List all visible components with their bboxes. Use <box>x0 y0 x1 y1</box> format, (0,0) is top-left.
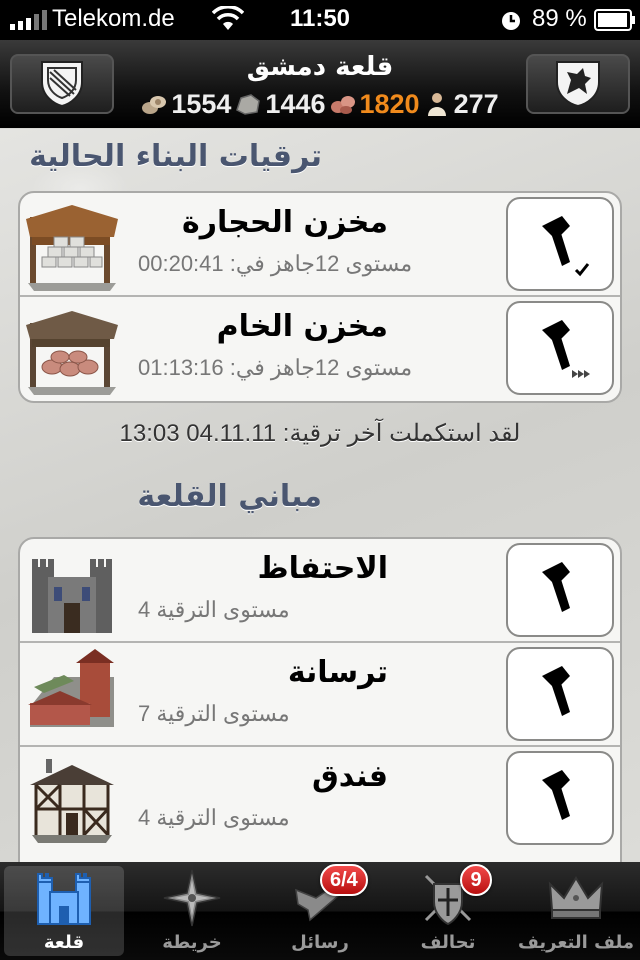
crown-icon <box>548 876 604 919</box>
tab-profile[interactable]: ملف التعريف <box>512 862 640 960</box>
population-icon <box>427 93 446 116</box>
upgrade-hammer-button[interactable] <box>506 647 614 741</box>
ore-warehouse-icon <box>26 311 118 395</box>
castle-name: قلعة دمشق <box>246 52 394 82</box>
ore-icon <box>330 96 355 114</box>
ore-value: 1820 <box>359 88 420 119</box>
nav-bar: قلعة دمشق 1554 1446 1820 277 <box>0 40 640 128</box>
upgrade-hammer-button[interactable] <box>506 543 614 637</box>
upgrade-hammer-button[interactable] <box>506 301 614 395</box>
population-value: 277 <box>453 88 499 119</box>
castle-icon <box>37 873 91 925</box>
building-detail: مستوى 12جاهز في: 01:13:16 <box>138 355 413 380</box>
upgrade-hammer-button[interactable] <box>506 197 614 291</box>
heraldry-button[interactable] <box>526 54 630 114</box>
current-upgrades-heading: ترقيات البناء الحالية <box>29 139 322 174</box>
tab-label: رسائل <box>291 932 349 953</box>
hammer-icon <box>542 320 590 378</box>
arsenal-icon <box>28 649 114 727</box>
wood-value: 1554 <box>171 88 232 119</box>
hammer-icon <box>542 666 570 716</box>
tab-label: تحالف <box>420 932 476 953</box>
upgrade-hammer-button[interactable] <box>506 751 614 845</box>
building-name: فندق <box>311 759 388 794</box>
list-item[interactable]: الاحتفاظ مستوى الترقية 4 <box>20 539 620 643</box>
tab-messages[interactable]: 6/4 رسائل <box>256 862 384 960</box>
current-upgrades-list: مخزن الحجارة مستوى 12جاهز في: 00:20:41 م… <box>18 191 622 403</box>
shield-icon <box>41 61 83 108</box>
battery-percent: 89 % <box>532 5 587 32</box>
tab-label: ملف التعريف <box>517 932 635 953</box>
hammer-icon <box>542 216 590 277</box>
list-item[interactable]: مخزن الحجارة مستوى 12جاهز في: 00:20:41 <box>20 193 620 297</box>
last-upgrade-info: لقد استكملت آخر ترقية: 04.11.11 13:03 <box>119 420 521 447</box>
tab-label: قلعة <box>43 932 85 953</box>
building-name: مخزن الخام <box>216 309 388 344</box>
stone-icon <box>236 94 261 115</box>
list-item[interactable]: فندق مستوى الترقية 4 <box>20 747 620 851</box>
list-item[interactable]: مخزن الخام مستوى 12جاهز في: 01:13:16 <box>20 297 620 401</box>
building-name: مخزن الحجارة <box>182 205 388 240</box>
building-level: مستوى الترقية 4 <box>138 597 290 622</box>
building-name: الاحتفاظ <box>257 551 388 586</box>
stone-warehouse-icon <box>26 205 118 291</box>
tab-bar: قلعة خريطة 6/4 رسائل 9 تحالف ملف التعريف <box>0 862 640 960</box>
alarm-icon <box>502 12 520 30</box>
tab-map[interactable]: خريطة <box>128 862 256 960</box>
status-bar: Telekom.de 11:50 89 % <box>0 0 640 40</box>
stone-value: 1446 <box>265 88 326 119</box>
keep-icon <box>32 559 112 633</box>
hammer-icon <box>542 562 570 612</box>
castle-buildings-heading: مباني القلعة <box>137 479 322 514</box>
alliance-badge: 9 <box>460 864 492 896</box>
tab-castle[interactable]: قلعة <box>0 862 128 960</box>
hammer-icon <box>542 770 570 820</box>
tab-alliance[interactable]: 9 تحالف <box>384 862 512 960</box>
tab-label: خريطة <box>162 932 222 953</box>
fast-forward-icon <box>572 370 590 378</box>
castle-buildings-list: الاحتفاظ مستوى الترقية 4 ترسانة مستوى ال… <box>18 537 622 862</box>
resource-bar: 1554 1446 1820 277 <box>120 88 520 120</box>
building-level: مستوى الترقية 7 <box>138 701 290 726</box>
compass-icon <box>163 869 221 927</box>
wood-icon <box>142 96 167 114</box>
messages-badge: 6/4 <box>320 864 368 896</box>
list-item[interactable]: ترسانة مستوى الترقية 7 <box>20 643 620 747</box>
building-name: ترسانة <box>287 655 388 690</box>
tavern-icon <box>30 759 114 843</box>
checkmark-icon <box>574 263 590 277</box>
building-detail: مستوى 12جاهز في: 00:20:41 <box>138 251 413 276</box>
coat-of-arms-button[interactable] <box>10 54 114 114</box>
griffin-shield-icon <box>556 61 600 108</box>
building-level: مستوى الترقية 4 <box>138 805 290 830</box>
content-area[interactable]: ترقيات البناء الحالية مخزن الحجارة مستوى… <box>0 129 640 862</box>
battery-icon <box>594 9 635 31</box>
